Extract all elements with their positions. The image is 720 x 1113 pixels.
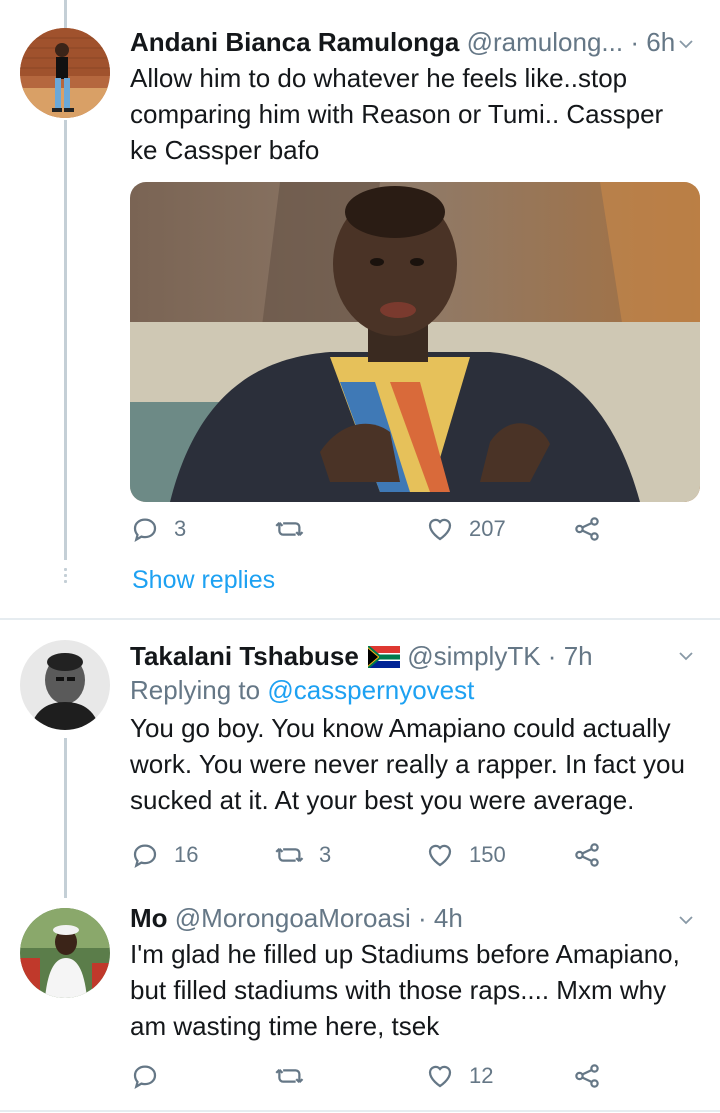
- like-count: 207: [469, 516, 506, 541]
- reply-button[interactable]: [130, 1056, 160, 1096]
- tweet-header: Andani Bianca Ramulonga @ramulong... · 6…: [130, 26, 700, 58]
- tweet-text: I'm glad he filled up Stadiums before Am…: [130, 939, 680, 1041]
- retweet-button[interactable]: 3: [275, 835, 331, 875]
- separator-dot: ·: [417, 903, 427, 933]
- show-replies-link[interactable]: Show replies: [132, 566, 275, 595]
- replying-to: Replying to @casspernyovest: [130, 672, 700, 708]
- separator-dot: ·: [547, 641, 557, 671]
- like-count: 150: [469, 842, 506, 867]
- retweet-icon: [275, 521, 304, 537]
- author-handle[interactable]: @simplyTK: [407, 641, 540, 671]
- author-handle[interactable]: @MorongoaMoroasi: [175, 903, 411, 933]
- retweet-icon: [275, 847, 304, 863]
- heart-icon: [428, 518, 452, 541]
- timestamp[interactable]: 4h: [434, 903, 463, 933]
- retweet-count: 3: [319, 842, 332, 867]
- separator-dot: ·: [630, 27, 639, 57]
- timestamp[interactable]: 7h: [564, 641, 593, 671]
- like-button[interactable]: 150: [425, 835, 506, 875]
- man-on-couch-photo-icon: [130, 182, 700, 502]
- chevron-down-icon[interactable]: [678, 912, 694, 928]
- person-photo-icon: [20, 640, 110, 730]
- share-icon: [575, 1064, 599, 1088]
- share-button[interactable]: [572, 1056, 602, 1096]
- reply-icon: [133, 1065, 157, 1089]
- tweet[interactable]: Mo @MorongoaMoroasi · 4h I'm glad he fil…: [0, 890, 720, 1110]
- reply-icon: [133, 518, 157, 542]
- tweet-header: Mo @MorongoaMoroasi · 4h: [130, 902, 700, 934]
- retweet-button[interactable]: [275, 509, 305, 549]
- tweet[interactable]: Andani Bianca Ramulonga @ramulong... · 6…: [0, 0, 720, 618]
- reply-icon: [133, 844, 157, 868]
- heart-icon: [428, 844, 452, 867]
- reply-button[interactable]: 16: [130, 835, 198, 875]
- tweet-media[interactable]: [130, 182, 700, 502]
- like-button[interactable]: 12: [425, 1056, 493, 1096]
- author-name[interactable]: Andani Bianca Ramulonga: [130, 27, 459, 57]
- tweet-header: Takalani Tshabuse @simplyTK · 7h: [130, 640, 700, 672]
- tweet-text: You go boy. You know Amapiano could actu…: [130, 713, 685, 815]
- chevron-down-icon[interactable]: [678, 36, 694, 52]
- reply-count: 3: [174, 516, 187, 541]
- person-photo-icon: [20, 28, 110, 118]
- share-icon: [575, 517, 599, 541]
- avatar[interactable]: [20, 908, 110, 998]
- heart-icon: [428, 1065, 452, 1088]
- timestamp[interactable]: 6h: [646, 27, 675, 57]
- retweet-icon: [275, 1068, 304, 1084]
- south-africa-flag-icon: [367, 645, 401, 669]
- share-button[interactable]: [572, 509, 602, 549]
- like-button[interactable]: 207: [425, 509, 506, 549]
- person-photo-icon: [20, 908, 110, 998]
- author-name[interactable]: Takalani Tshabuse: [130, 641, 359, 671]
- avatar[interactable]: [20, 28, 110, 118]
- chevron-down-icon[interactable]: [678, 648, 694, 664]
- reply-button[interactable]: 3: [130, 509, 186, 549]
- replying-label: Replying to: [130, 675, 261, 705]
- author-handle[interactable]: @ramulong...: [467, 27, 623, 57]
- like-count: 12: [469, 1063, 494, 1088]
- tweet-text: Allow him to do whatever he feels like..…: [130, 63, 664, 165]
- tweet[interactable]: Takalani Tshabuse @simplyTK · 7h Replyin…: [0, 620, 720, 890]
- author-name[interactable]: Mo: [130, 903, 168, 933]
- share-button[interactable]: [572, 835, 602, 875]
- divider: [0, 1110, 720, 1112]
- reply-count: 16: [174, 842, 199, 867]
- retweet-button[interactable]: [275, 1056, 305, 1096]
- avatar[interactable]: [20, 640, 110, 730]
- replying-to-link[interactable]: @casspernyovest: [267, 675, 474, 705]
- share-icon: [575, 843, 599, 867]
